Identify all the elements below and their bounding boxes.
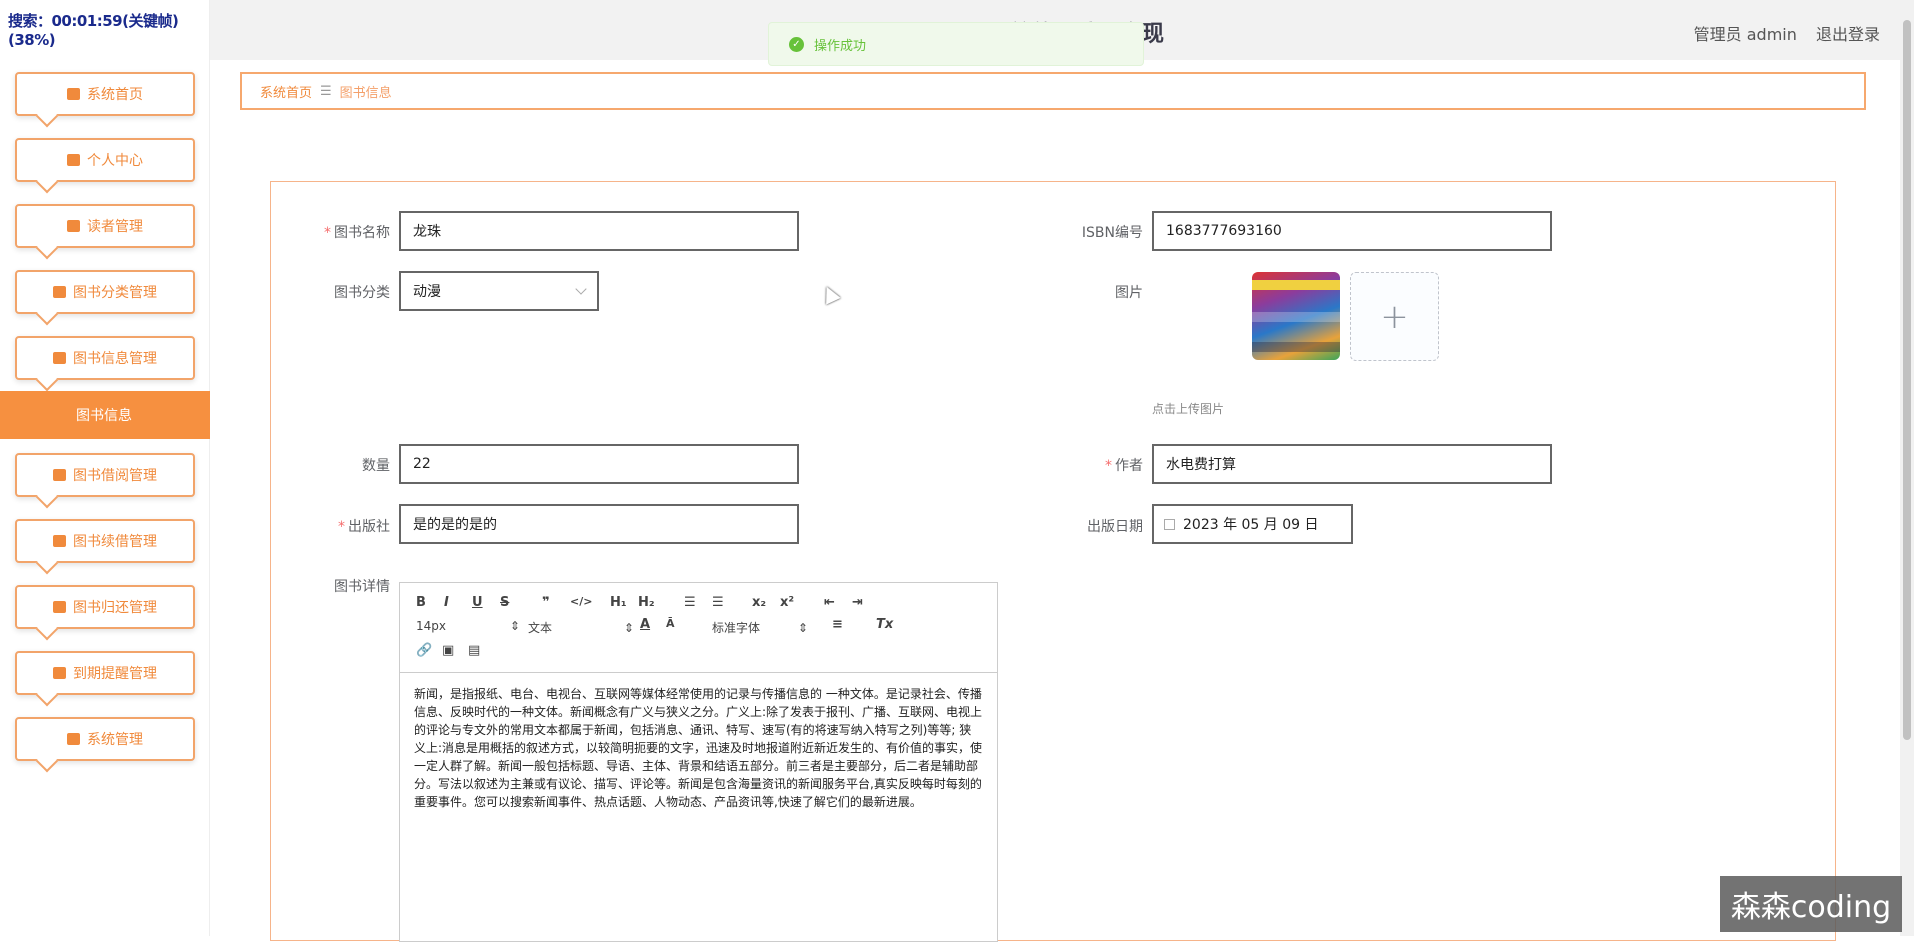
monitor-icon	[53, 352, 66, 364]
clear-format-button[interactable]: Tx	[876, 617, 893, 632]
grid-icon	[53, 667, 66, 679]
publisher-label: * 出版社	[338, 519, 390, 535]
quantity-input[interactable]: 22	[399, 444, 799, 484]
image-label: 图片	[1115, 285, 1143, 301]
clipboard-icon	[53, 535, 66, 547]
align-button[interactable]: ≡	[832, 617, 843, 632]
isbn-input[interactable]: 1683777693160	[1152, 211, 1552, 251]
outdent-button[interactable]: ⇤	[824, 595, 835, 610]
success-toast: ✓ 操作成功	[768, 22, 1144, 66]
font-family-select[interactable]: 标准字体 ⇕	[712, 619, 808, 636]
isbn-label: ISBN编号	[1081, 225, 1143, 241]
chevron-down-icon	[575, 283, 587, 295]
publisher-input[interactable]: 是的是的是的	[399, 504, 799, 544]
bullet-list-button[interactable]: ☰	[712, 595, 724, 610]
calendar-icon	[1164, 518, 1175, 530]
link-icon[interactable]: 🔗	[416, 643, 432, 658]
quantity-label: 数量	[362, 458, 390, 474]
sidebar: 搜索：00:01:59(关键帧)(38%) 系统首页 个人中心 读者管理 图书分…	[0, 0, 210, 936]
user-icon	[67, 154, 80, 166]
chat-icon	[53, 286, 66, 298]
detail-label: 图书详情	[334, 579, 390, 595]
ticket-icon	[53, 601, 66, 613]
video-icon[interactable]: ▤	[468, 643, 480, 658]
editor-toolbar: B I U S ❞ </> H₁ H₂ ☰ ☰ x₂ x² ⇤ ⇥ 14px ⇕…	[400, 583, 997, 673]
sidebar-subitem-bookinfo[interactable]: 图书信息	[0, 391, 210, 439]
breadcrumb: 系统首页 ☰ 图书信息	[240, 72, 1866, 110]
user-name: 管理员 admin	[1693, 25, 1797, 44]
author-input[interactable]: 水电费打算	[1152, 444, 1552, 484]
sidebar-item-profile[interactable]: 个人中心	[15, 138, 195, 194]
sidebar-item-borrow[interactable]: 图书借阅管理	[15, 453, 195, 509]
sidebar-item-category[interactable]: 图书分类管理	[15, 270, 195, 326]
sidebar-item-renew[interactable]: 图书续借管理	[15, 519, 195, 575]
indent-button[interactable]: ⇥	[852, 595, 863, 610]
bg-color-button[interactable]: Ā	[666, 617, 675, 630]
superscript-button[interactable]: x²	[780, 595, 794, 610]
name-label: * 图书名称	[324, 225, 390, 241]
book-cover-image[interactable]	[1252, 272, 1340, 360]
logout-link[interactable]: 退出登录	[1816, 25, 1880, 44]
underline-button[interactable]: U	[472, 595, 483, 610]
subscript-button[interactable]: x₂	[752, 595, 766, 610]
font-color-button[interactable]: A	[640, 617, 650, 632]
grid-icon	[67, 733, 80, 745]
sidebar-item-bookinfo[interactable]: 图书信息管理	[15, 336, 195, 392]
briefcase-icon	[67, 220, 80, 232]
h1-button[interactable]: H₁	[610, 595, 627, 610]
scrollbar-thumb[interactable]	[1903, 20, 1911, 740]
sidebar-item-home[interactable]: 系统首页	[15, 72, 195, 128]
rich-text-editor[interactable]: B I U S ❞ </> H₁ H₂ ☰ ☰ x₂ x² ⇤ ⇥ 14px ⇕…	[399, 582, 998, 942]
sidebar-item-readers[interactable]: 读者管理	[15, 204, 195, 260]
quote-button[interactable]: ❞	[542, 595, 550, 610]
publish-date-label: 出版日期	[1087, 519, 1143, 535]
code-button[interactable]: </>	[570, 595, 592, 608]
user-info: 管理员 admin 退出登录	[1680, 21, 1880, 45]
recording-overlay: 搜索：00:01:59(关键帧)(38%)	[8, 12, 179, 49]
watermark: 森森coding	[1720, 876, 1902, 932]
check-icon: ✓	[789, 36, 804, 52]
ordered-list-button[interactable]: ☰	[684, 595, 696, 610]
upload-hint: 点击上传图片	[1152, 402, 1225, 416]
bold-button[interactable]: B	[416, 595, 426, 610]
h2-button[interactable]: H₂	[638, 595, 655, 610]
sidebar-item-system[interactable]: 系统管理	[15, 717, 195, 773]
publish-date-input[interactable]: 2023 年 05 月 09 日	[1152, 504, 1353, 544]
location-icon	[53, 469, 66, 481]
scrollbar[interactable]	[1900, 0, 1914, 936]
breadcrumb-home[interactable]: 系统首页	[260, 82, 312, 101]
upload-button[interactable]: +	[1350, 272, 1439, 361]
font-size-select[interactable]: 14px ⇕	[416, 619, 520, 633]
sidebar-item-return[interactable]: 图书归还管理	[15, 585, 195, 641]
breadcrumb-current: 图书信息	[339, 85, 392, 101]
category-label: 图书分类	[334, 285, 390, 301]
sidebar-item-reminder[interactable]: 到期提醒管理	[15, 651, 195, 707]
author-label: * 作者	[1105, 458, 1143, 474]
paragraph-select[interactable]: 文本 ⇕	[528, 619, 634, 636]
toast-message: 操作成功	[814, 38, 867, 54]
breadcrumb-separator: ☰	[320, 83, 332, 99]
name-input[interactable]: 龙珠	[399, 211, 799, 251]
editor-content[interactable]: 新闻，是指报纸、电台、电视台、互联网等媒体经常使用的记录与传播信息的 一种文体。…	[400, 673, 997, 823]
plus-icon: +	[1380, 296, 1409, 337]
italic-button[interactable]: I	[444, 595, 449, 610]
image-icon[interactable]: ▣	[442, 643, 454, 658]
home-icon	[67, 88, 80, 100]
strike-button[interactable]: S	[500, 595, 509, 610]
category-select[interactable]: 动漫	[399, 271, 599, 311]
